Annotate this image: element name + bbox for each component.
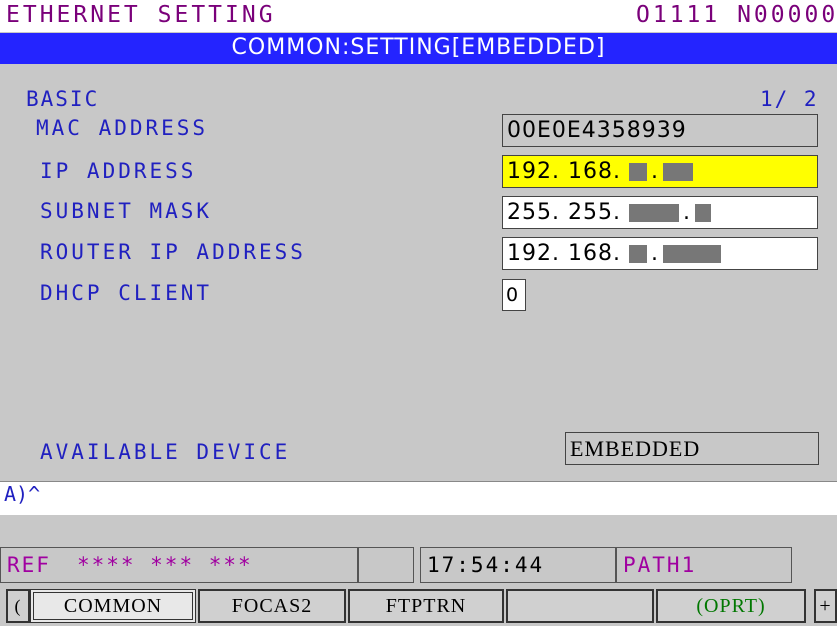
dhcp-client-label: DHCP CLIENT [40,281,213,305]
status-spacer [358,547,414,583]
mac-address-label: MAC ADDRESS [36,116,209,140]
available-device-label: AVAILABLE DEVICE [40,440,291,464]
redacted-block [662,244,721,263]
dhcp-client-field[interactable]: 0 [502,279,526,311]
subnet-mask-label: SUBNET MASK [40,199,213,223]
subnet-mask-prefix: 255. 255. [507,200,621,225]
page-indicator: 1/ 2 [760,87,819,111]
redacted-block [694,203,711,222]
router-ip-prefix: 192. 168. [507,241,621,266]
router-ip-label: ROUTER IP ADDRESS [40,240,306,264]
redacted-block [628,162,647,181]
octet-separator: . [682,200,691,225]
router-ip-field[interactable]: 192. 168. . [502,237,818,270]
screen-title: ETHERNET SETTING [6,2,276,28]
octet-separator: . [650,159,659,184]
program-number: O1111 N00000 [636,2,837,28]
ip-address-label: IP ADDRESS [40,159,197,183]
ip-address-field[interactable]: 192. 168. . [502,155,818,188]
ip-address-prefix: 192. 168. [507,159,621,184]
softkey-prev[interactable]: ( [6,589,30,623]
softkey-blank[interactable] [506,589,654,623]
softkey-common[interactable]: COMMON [30,589,196,623]
subnet-mask-field[interactable]: 255. 255. . [502,196,818,229]
softkey-ftptrn[interactable]: FTPTRN [348,589,504,623]
available-device-field: EMBEDDED [565,432,819,465]
redacted-block [662,162,693,181]
command-prompt: A)^ [4,482,41,506]
softkey-operation[interactable]: (OPRT) [656,589,806,623]
subheader-bar: COMMON:SETTING[EMBEDDED] [0,33,837,64]
redacted-block [628,244,647,263]
octet-separator: . [650,241,659,266]
status-stars: **** *** *** [76,553,253,577]
command-line[interactable]: A)^ [0,482,837,515]
mode-status: REF **** *** *** [0,547,358,583]
section-name: BASIC [26,87,100,111]
softkey-next[interactable]: + [814,589,837,623]
path-indicator: PATH1 [616,547,792,583]
subheader-title: COMMON:SETTING[EMBEDDED] [231,35,606,60]
message-area [0,515,837,545]
redacted-block [628,203,679,222]
mac-address-field: 00E0E4358939 [502,114,818,147]
mode-label: REF [7,553,51,577]
softkey-focas2[interactable]: FOCAS2 [198,589,346,623]
clock: 17:54:44 [420,547,616,583]
